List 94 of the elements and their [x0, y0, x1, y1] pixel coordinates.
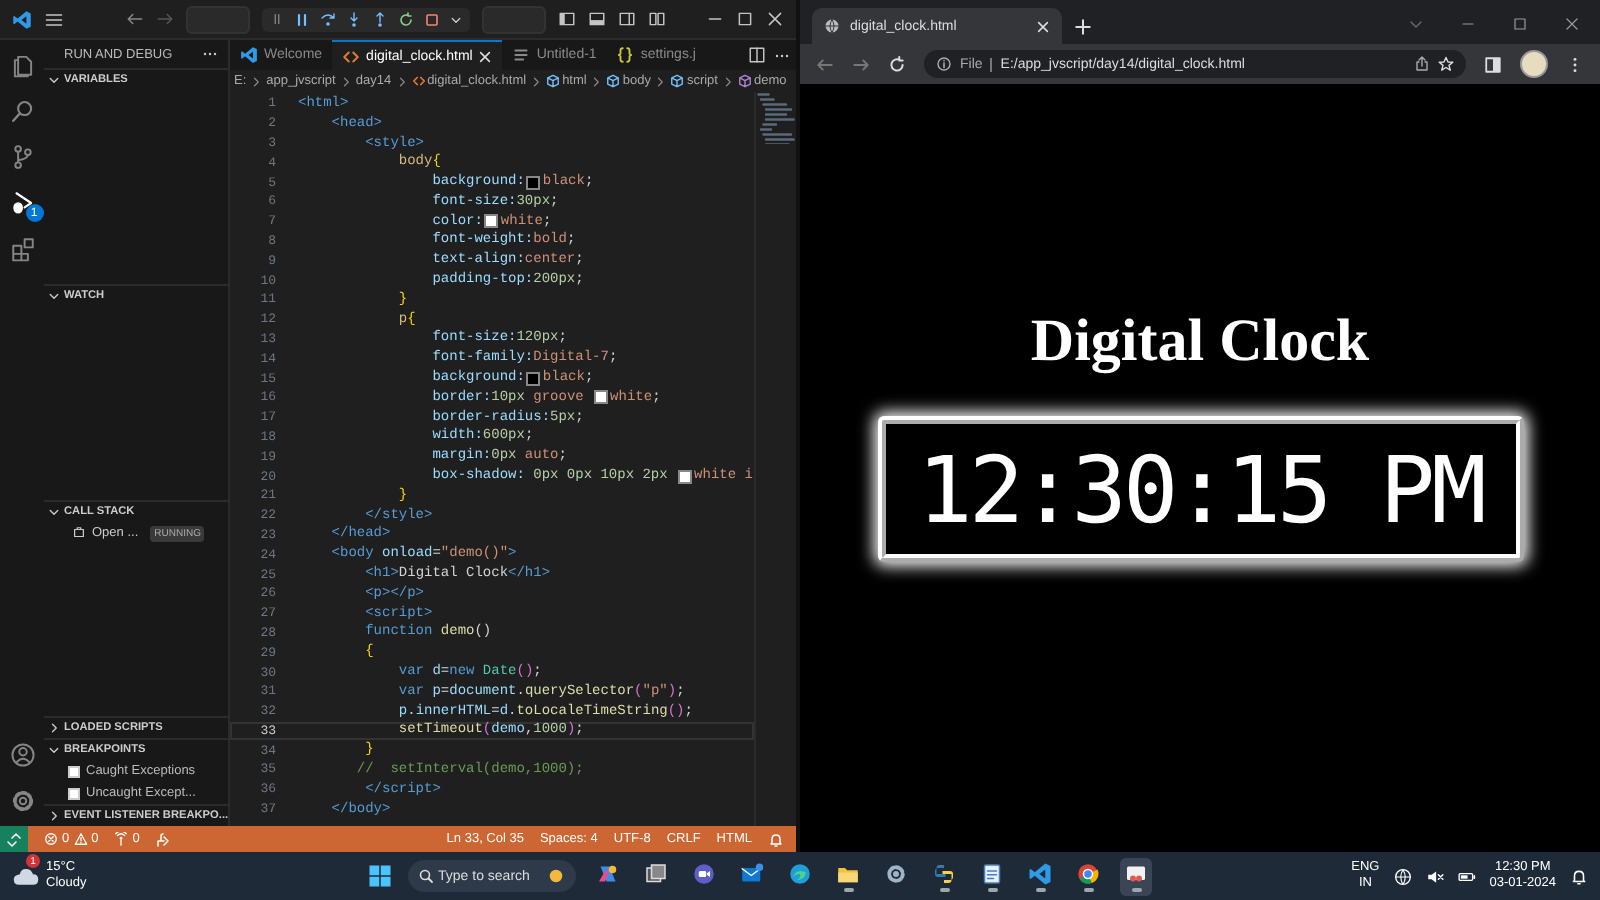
braces-icon	[616, 46, 635, 64]
step-into-icon[interactable]	[346, 11, 362, 27]
toggle-secondary-sidebar-icon[interactable]	[618, 10, 636, 28]
thread-icon	[72, 526, 86, 540]
minimap-drawing	[756, 92, 797, 144]
chevron-down-icon	[48, 506, 60, 518]
reload-icon[interactable]	[888, 55, 906, 73]
file-lines-icon	[512, 46, 531, 64]
running-indicator	[1083, 887, 1093, 891]
step-out-icon[interactable]	[372, 11, 388, 27]
files-icon[interactable]	[9, 52, 35, 78]
run-debug-icon[interactable]	[9, 190, 35, 216]
back-arrow-icon[interactable]	[126, 10, 144, 28]
close-icon[interactable]	[1564, 16, 1580, 32]
code-brackets-icon	[342, 47, 361, 65]
running-indicator	[843, 887, 853, 891]
python-logo-icon[interactable]	[932, 861, 956, 885]
side-panel-icon[interactable]	[1484, 55, 1502, 73]
error-icon	[44, 832, 58, 846]
forward-arrow-icon[interactable]	[852, 55, 870, 73]
battery-icon[interactable]	[1457, 867, 1476, 885]
gear-icon[interactable]	[884, 861, 908, 885]
checkbox[interactable]	[68, 765, 80, 777]
windows-logo-icon[interactable]	[368, 864, 392, 888]
taskbar-app[interactable]	[1120, 857, 1152, 895]
search-icon[interactable]	[9, 98, 35, 124]
stacked-windows-icon[interactable]	[644, 861, 668, 885]
running-indicator	[1131, 887, 1141, 891]
drag-handle-icon[interactable]	[270, 12, 284, 26]
remote-button[interactable]	[0, 826, 28, 852]
mail-icon[interactable]	[740, 861, 764, 885]
info-icon	[936, 56, 952, 72]
chevron-right-icon	[250, 75, 263, 87]
chevron-right-icon	[48, 810, 60, 822]
layout-icon[interactable]	[648, 10, 666, 28]
edge-browser-icon[interactable]	[788, 861, 812, 885]
vscode-logo-icon	[240, 46, 258, 64]
settings-icon[interactable]	[9, 788, 35, 814]
vscode-logo-icon[interactable]	[1028, 861, 1052, 885]
chevron-right-icon	[48, 722, 60, 734]
cube-icon	[737, 74, 752, 88]
clock-display: 12:30:15 PM	[877, 416, 1523, 562]
chevron-right-icon	[590, 75, 603, 87]
chrome-logo-icon[interactable]	[1076, 861, 1100, 885]
globe-icon	[824, 18, 840, 34]
restart-icon[interactable]	[398, 11, 414, 27]
chevron-down-icon	[48, 744, 60, 756]
share-icon[interactable]	[1414, 56, 1430, 72]
chevron-down-icon	[48, 74, 60, 86]
source-control-icon[interactable]	[9, 144, 35, 170]
avatar[interactable]	[1520, 50, 1548, 78]
remote-icon	[6, 831, 22, 847]
search-icon	[418, 868, 434, 884]
speaker-muted-icon[interactable]	[1425, 867, 1444, 885]
video-chat-icon[interactable]	[692, 861, 716, 885]
new-tab-icon[interactable]	[1074, 17, 1092, 35]
maximize-icon[interactable]	[736, 10, 754, 28]
cube-icon	[606, 74, 621, 88]
stop-icon[interactable]	[424, 11, 440, 27]
chevron-right-icon	[654, 75, 667, 87]
sun-drawing	[546, 866, 566, 886]
close-icon[interactable]	[766, 10, 784, 28]
running-indicator	[1035, 887, 1045, 891]
antenna-icon	[114, 832, 129, 846]
running-indicator	[939, 887, 949, 891]
back-arrow-icon[interactable]	[816, 55, 834, 73]
vscode-logo-icon	[12, 9, 32, 29]
chevron-down-icon	[48, 290, 60, 302]
step-over-icon[interactable]	[320, 11, 336, 27]
extensions-icon[interactable]	[9, 236, 35, 262]
star-icon[interactable]	[1438, 56, 1454, 72]
pause-icon[interactable]	[294, 11, 310, 27]
cube-icon	[670, 74, 685, 88]
chevron-right-icon	[395, 75, 408, 87]
bell-icon[interactable]	[1570, 867, 1588, 885]
notepad-icon[interactable]	[980, 861, 1004, 885]
code-brackets-icon	[411, 74, 426, 88]
caret-icon[interactable]	[450, 13, 462, 25]
colorful-swirl-icon[interactable]	[596, 861, 620, 885]
chevron-right-icon	[721, 75, 734, 87]
menu-icon[interactable]	[44, 9, 64, 29]
account-icon[interactable]	[9, 742, 35, 768]
warning-icon	[73, 832, 88, 846]
chevron-right-icon	[339, 75, 352, 87]
cube-icon	[546, 74, 561, 88]
page-heading: Digital Clock	[1030, 308, 1370, 376]
globe-icon[interactable]	[1393, 867, 1412, 885]
chevron-right-icon	[530, 75, 543, 87]
split-editor-icon[interactable]	[748, 46, 766, 64]
checkbox[interactable]	[68, 787, 80, 799]
toggle-sidebar-icon[interactable]	[558, 10, 576, 28]
toggle-panel-icon[interactable]	[588, 10, 606, 28]
running-indicator	[987, 887, 997, 891]
chevron-down-icon[interactable]	[1408, 16, 1424, 32]
